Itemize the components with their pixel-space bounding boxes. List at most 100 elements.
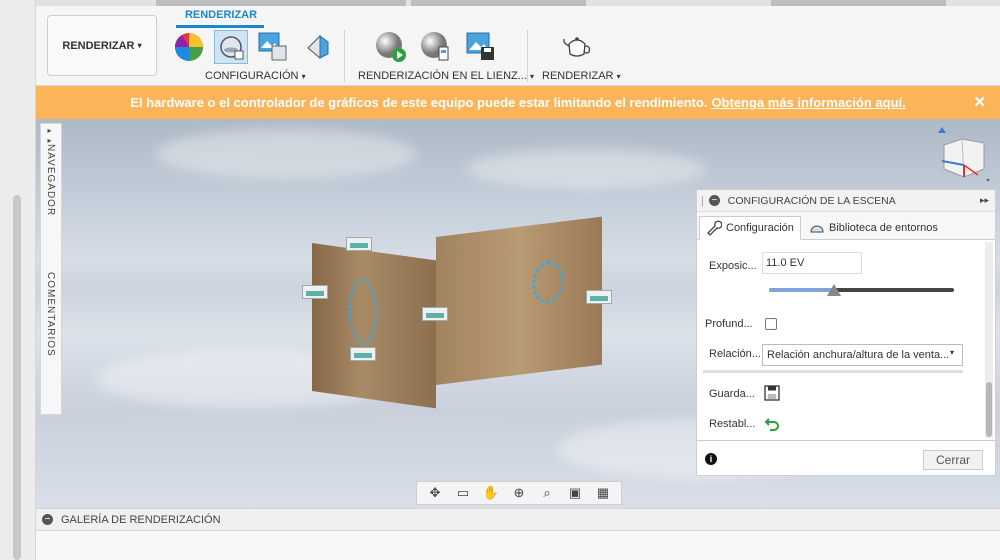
chevron-down-icon[interactable]: ▾ [950,348,954,357]
appearance-icon [175,33,203,61]
workspace-switcher-button[interactable]: RENDERIZAR ▾ [47,15,157,76]
display-settings-icon[interactable]: ▣ [564,484,586,502]
scrollbar-thumb[interactable] [986,382,992,437]
learn-more-link[interactable]: Obtenga más información aquí. [711,95,905,110]
expand-icon[interactable]: ▸▸ [45,126,54,146]
decal-pattern [532,259,564,306]
collapse-icon[interactable]: − [708,195,720,206]
fit-icon[interactable]: ⌕ [536,484,558,502]
tab-label: Configuración [726,222,794,234]
banner-text: El hardware o el controlador de gráficos… [130,95,708,110]
orbit-icon[interactable]: ✥ [424,484,446,502]
tab-renderizar[interactable]: RENDERIZAR [176,9,266,21]
decal-icon [307,34,329,60]
group-label: RENDERIZACIÓN EN EL LIENZ... [358,70,527,82]
exposure-slider-fill [769,288,834,292]
exposure-input[interactable]: 11.0 EV [762,252,862,274]
scene-settings-button[interactable] [214,30,248,64]
decal-marker[interactable] [586,290,612,304]
left-scrollbar[interactable] [0,0,36,560]
scene-tabs: Configuración Biblioteca de entornos [697,212,995,240]
depth-of-field-label: Profund... [705,318,753,330]
depth-of-field-checkbox[interactable] [765,318,777,330]
pan-icon[interactable]: ✋ [480,484,502,502]
tab-biblioteca-entornos[interactable]: Biblioteca de entornos [803,216,944,240]
group-renderizacion-lienzo[interactable]: RENDERIZACIÓN EN EL LIENZ... ▾ [358,70,534,82]
browser-side-panel[interactable]: ▸▸ NAVEGADOR COMENTARIOS [40,123,62,415]
chevron-down-icon: ▾ [301,72,306,81]
chevron-down-icon: ▾ [137,41,142,50]
close-button[interactable]: Cerrar [923,450,983,470]
navigation-toolbar: ✥ ▭ ✋ ⊕ ⌕ ▣ ▦ [416,481,622,505]
home-icon [938,127,946,133]
texture-map-icon [258,32,287,61]
decal-marker[interactable] [302,285,328,299]
gallery-label: GALERÍA DE RENDERIZACIÓN [61,513,221,526]
comments-label[interactable]: COMENTARIOS [45,272,56,357]
decal-marker[interactable] [350,347,376,361]
navigator-label[interactable]: NAVEGADOR [45,144,56,216]
exposure-slider[interactable] [769,288,954,292]
tab-label: Biblioteca de entornos [829,222,938,234]
wrench-icon [707,220,722,236]
section-divider [703,370,963,373]
drag-handle-icon[interactable]: | [701,195,704,207]
look-at-icon[interactable]: ▭ [452,484,474,502]
scene-panel-header[interactable]: | − CONFIGURACIÓN DE LA ESCENA ▸▸ [697,190,995,212]
save-icon[interactable] [764,385,780,401]
zoom-icon[interactable]: ⊕ [508,484,530,502]
tab-configuracion[interactable]: Configuración [699,216,801,240]
active-tab-indicator [176,25,264,28]
aspect-ratio-select[interactable]: Relación anchura/altura de la venta... [762,344,963,366]
reset-icon[interactable] [764,415,780,431]
grid-settings-icon[interactable]: ▦ [592,484,614,502]
save-label: Guarda... [709,388,755,400]
capture-image-icon [466,32,494,60]
scene-panel-scrollbar[interactable] [985,242,993,438]
info-icon[interactable]: i [705,453,717,465]
canvas-viewport[interactable]: ▸▸ NAVEGADOR COMENTARIOS | − CONFIGURACI… [36,119,1000,508]
scene-settings-panel: | − CONFIGURACIÓN DE LA ESCENA ▸▸ Config… [696,189,996,476]
in-canvas-render-settings-button[interactable] [419,30,453,64]
decal-marker[interactable] [422,307,448,321]
group-label: RENDERIZAR [542,70,614,82]
group-renderizar[interactable]: RENDERIZAR ▾ [542,70,621,82]
render-teapot-icon [563,37,591,57]
sky-cloud [156,129,416,179]
exposure-slider-thumb[interactable] [826,284,841,296]
collapse-icon[interactable]: − [42,514,53,525]
workspace-label: RENDERIZAR [62,39,135,52]
chevron-down-icon: ▾ [616,72,621,81]
render-gallery-area [36,531,1000,560]
group-configuracion[interactable]: CONFIGURACIÓN ▾ [205,70,306,82]
render-button[interactable] [560,30,594,64]
viewcube[interactable] [934,125,994,185]
scene-panel-title: CONFIGURACIÓN DE LA ESCENA [727,194,896,207]
close-icon[interactable]: ✕ [973,93,986,111]
render-gallery-bar[interactable]: − GALERÍA DE RENDERIZACIÓN [36,508,1000,531]
left-scrollbar-thumb[interactable] [13,195,21,560]
capture-image-button[interactable] [464,30,498,64]
wood-box-right-face[interactable] [436,216,602,385]
group-label: CONFIGURACIÓN [205,70,299,82]
appearance-button[interactable] [172,30,206,64]
performance-warning-banner: El hardware o el controlador de gráficos… [36,86,1000,119]
decal-button[interactable] [300,30,334,64]
scene-panel-footer: i Cerrar [697,440,995,475]
wood-box-left-face[interactable] [312,243,436,409]
in-canvas-render-button[interactable] [374,30,408,64]
decal-marker[interactable] [346,237,372,251]
environment-icon [810,225,824,233]
viewcube-icon [938,127,990,182]
texture-map-button[interactable] [256,30,290,64]
ribbon-toolbar: RENDERIZAR ▾ RENDERIZAR CONFIGURACIÓN ▾ … [36,6,1000,86]
reset-label: Restabl... [709,418,756,430]
chevron-down-icon: ▾ [529,72,534,81]
expand-icon[interactable]: ▸▸ [980,195,989,206]
scene-settings-icon [220,36,244,60]
decal-pattern [348,276,378,347]
in-canvas-render-settings-icon [421,32,449,61]
aspect-ratio-label: Relación... [709,348,761,360]
ribbon-separator [527,30,528,82]
ribbon-separator [344,30,345,82]
